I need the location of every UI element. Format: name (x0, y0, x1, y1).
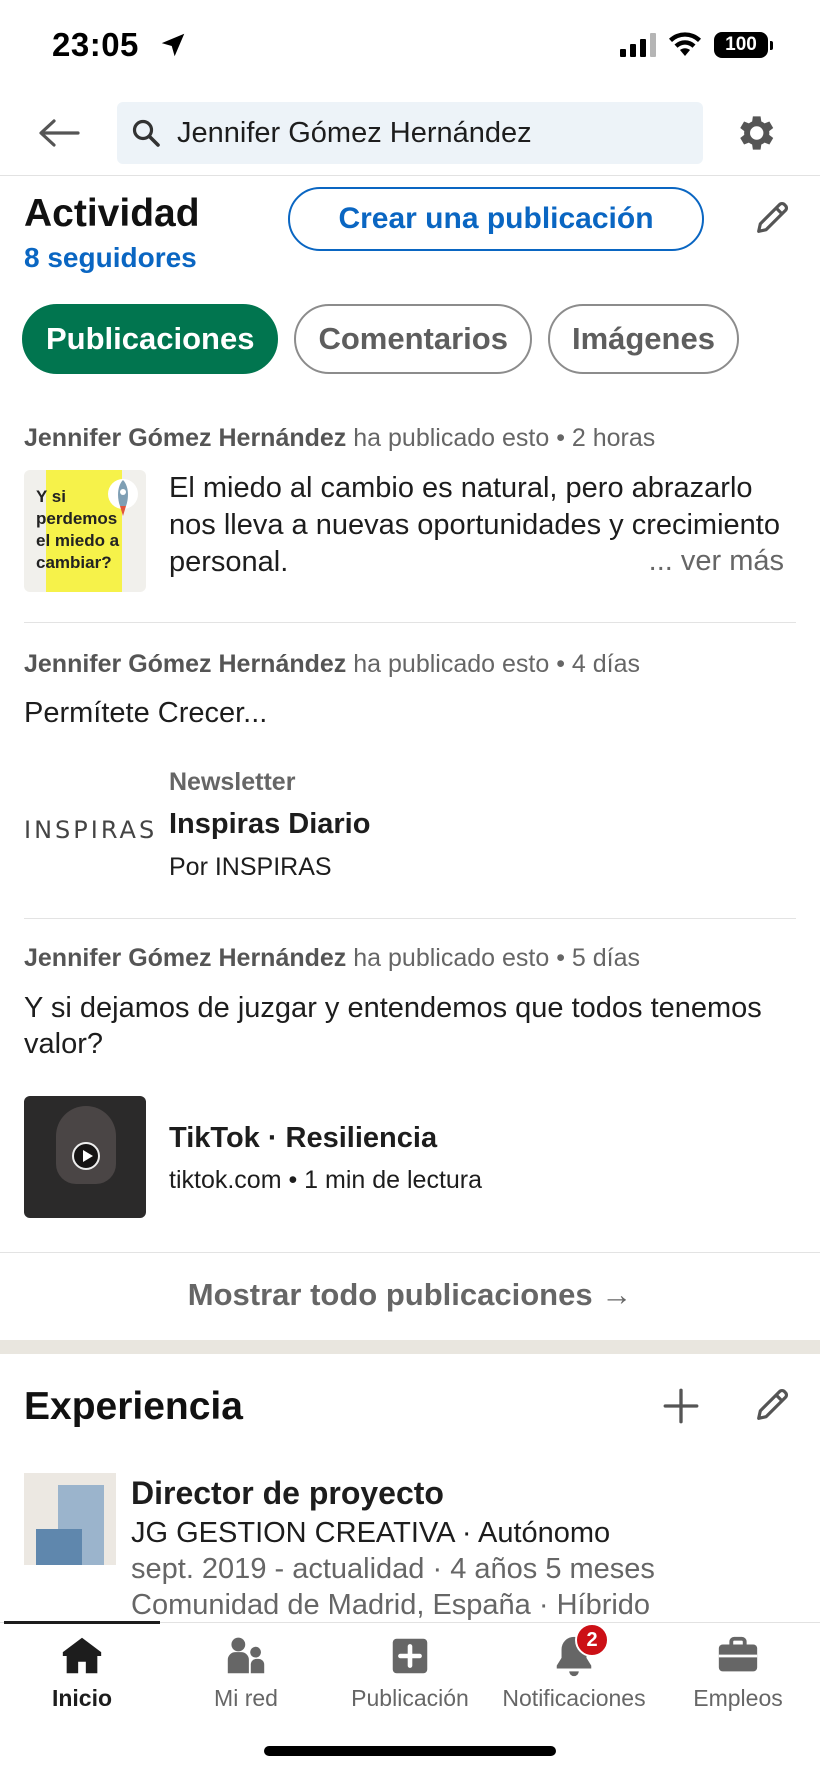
post-author[interactable]: Jennifer Gómez Hernández (24, 650, 346, 678)
nav-label: Inicio (51, 1685, 113, 1711)
section-separator (0, 1340, 820, 1354)
home-indicator (264, 1746, 556, 1756)
network-icon (227, 1637, 265, 1674)
gear-icon[interactable] (732, 110, 778, 156)
post-author[interactable]: Jennifer Gómez Hernández (24, 944, 346, 972)
bottom-navigation: Inicio Mi red Publicación 2 Notificacion… (0, 1621, 820, 1774)
post-title[interactable]: Permítete Crecer... (24, 697, 267, 730)
newsletter-logo[interactable]: INSPIRAS (24, 816, 157, 844)
activity-title: Actividad (24, 192, 200, 235)
post-meta: Jennifer Gómez Hernández ha publicado es… (24, 944, 796, 973)
search-icon (132, 119, 160, 147)
create-post-button[interactable]: Crear una publicación (288, 187, 704, 251)
nav-home[interactable]: Inicio (0, 1633, 164, 1723)
nav-label: Mi red (214, 1685, 278, 1711)
nav-label: Publicación (351, 1685, 469, 1711)
active-tab-indicator (4, 1621, 160, 1624)
post-icon (392, 1638, 428, 1674)
plus-icon[interactable] (660, 1385, 702, 1427)
briefcase-icon (718, 1636, 758, 1672)
divider (24, 918, 796, 919)
location-arrow-icon (161, 33, 185, 57)
post-meta: Jennifer Gómez Hernández ha publicado es… (24, 650, 796, 679)
play-icon (72, 1142, 100, 1170)
post-action: ha publicado esto • 2 horas (353, 424, 656, 452)
link-title[interactable]: TikTok · Resiliencia (169, 1122, 437, 1155)
notification-badge: 2 (575, 1623, 609, 1657)
post-action: ha publicado esto • 5 días (353, 944, 640, 972)
rocket-icon (108, 479, 138, 516)
status-bar: 23:05 100 (0, 0, 820, 92)
experience-title: Experiencia (24, 1385, 243, 1428)
job-company: JG GESTION CREATIVA · Autónomo (131, 1517, 611, 1549)
see-more-link[interactable]: ... ver más (638, 545, 784, 578)
link-source: tiktok.com • 1 min de lectura (169, 1166, 483, 1194)
job-dates: sept. 2019 - actualidad · 4 años 5 meses (131, 1553, 655, 1585)
tab-imagenes[interactable]: Imágenes (547, 304, 739, 374)
nav-label: Empleos (693, 1685, 783, 1711)
search-query: Jennifer Gómez Hernández (177, 116, 532, 149)
newsletter-author: Por INSPIRAS (169, 853, 332, 881)
tab-comentarios[interactable]: Comentarios (294, 304, 532, 374)
battery-icon: 100 (714, 32, 773, 58)
tab-publicaciones[interactable]: Publicaciones (22, 304, 279, 374)
job-title: Director de proyecto (131, 1475, 444, 1511)
cellular-signal-icon (620, 33, 656, 57)
home-icon (62, 1637, 102, 1674)
video-thumbnail[interactable] (24, 1096, 146, 1218)
nav-post[interactable]: Publicación (328, 1633, 492, 1723)
divider (24, 622, 796, 623)
pencil-icon[interactable] (752, 198, 792, 238)
search-input[interactable]: Jennifer Gómez Hernández (117, 102, 703, 164)
status-time: 23:05 (52, 26, 139, 63)
post-action: ha publicado esto • 4 días (353, 650, 640, 678)
company-logo[interactable] (24, 1473, 116, 1565)
back-button[interactable] (36, 110, 82, 156)
nav-label: Notificaciones (502, 1685, 646, 1711)
wifi-icon (669, 32, 701, 56)
show-all-posts-button[interactable]: Mostrar todo publicaciones → (0, 1252, 820, 1336)
post-thumbnail[interactable]: Y si perdemos el miedo a cambiar? (24, 470, 146, 592)
followers-count[interactable]: 8 seguidores (24, 242, 197, 274)
post-title[interactable]: Y si dejamos de juzgar y entendemos que … (24, 990, 784, 1062)
nav-notifications[interactable]: 2 Notificaciones (492, 1623, 656, 1723)
back-arrow-icon (39, 119, 80, 147)
nav-jobs[interactable]: Empleos (656, 1633, 820, 1723)
nav-network[interactable]: Mi red (164, 1633, 328, 1723)
post-meta: Jennifer Gómez Hernández ha publicado es… (24, 424, 796, 453)
newsletter-label: Newsletter (169, 768, 296, 796)
pencil-icon[interactable] (752, 1385, 792, 1425)
post-author[interactable]: Jennifer Gómez Hernández (24, 424, 346, 452)
job-location: Comunidad de Madrid, España · Híbrido (131, 1589, 651, 1621)
newsletter-name[interactable]: Inspiras Diario (169, 808, 370, 841)
activity-tabs: Publicaciones Comentarios Imágenes (22, 304, 820, 376)
search-header: Jennifer Gómez Hernández (0, 92, 820, 176)
